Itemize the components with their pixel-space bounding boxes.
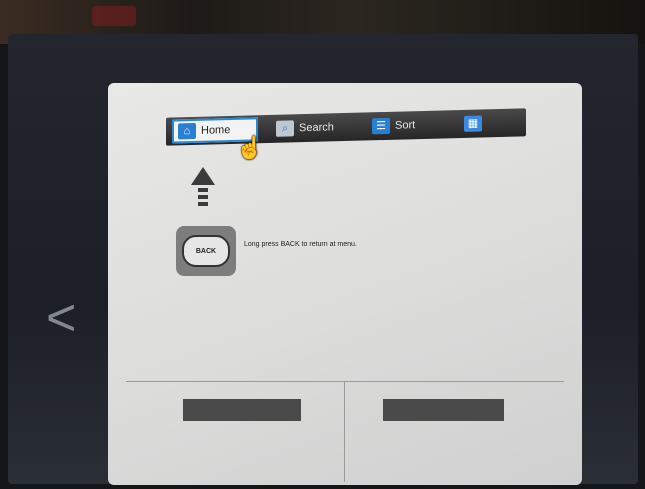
divider-horizontal (126, 381, 564, 382)
tab-home-label: Home (201, 124, 231, 137)
back-key-label: BACK (182, 235, 230, 267)
tab-sort-label: Sort (395, 119, 416, 132)
up-arrow-icon (190, 167, 216, 219)
grid-icon: ▦ (464, 115, 482, 132)
hint-text: Long press BACK to return at menu. (244, 241, 357, 248)
previous-page-arrow-icon[interactable]: < (46, 292, 90, 344)
tab-search-label: Search (299, 121, 334, 135)
tab-search[interactable]: ⌕ Search (276, 115, 356, 141)
tab-sort[interactable]: ☰ Sort (372, 112, 442, 138)
sort-icon: ☰ (372, 117, 390, 135)
dont-show-next-time-button[interactable] (183, 399, 301, 421)
back-key-illustration: BACK (176, 226, 236, 276)
tab-grid[interactable]: ▦ (464, 111, 494, 136)
search-icon: ⌕ (276, 120, 294, 137)
bezel-sticker (92, 6, 136, 26)
home-icon: ⌂ (178, 122, 196, 140)
do-not-show-again-button[interactable] (383, 399, 504, 421)
tutorial-panel: ⌂ Home ⌕ Search ☰ Sort ▦ ☝ BACK Long pre… (108, 83, 582, 485)
tab-bar: ⌂ Home ⌕ Search ☰ Sort ▦ (166, 108, 526, 146)
divider-vertical (344, 382, 345, 482)
pointer-hand-icon: ☝ (236, 135, 264, 160)
